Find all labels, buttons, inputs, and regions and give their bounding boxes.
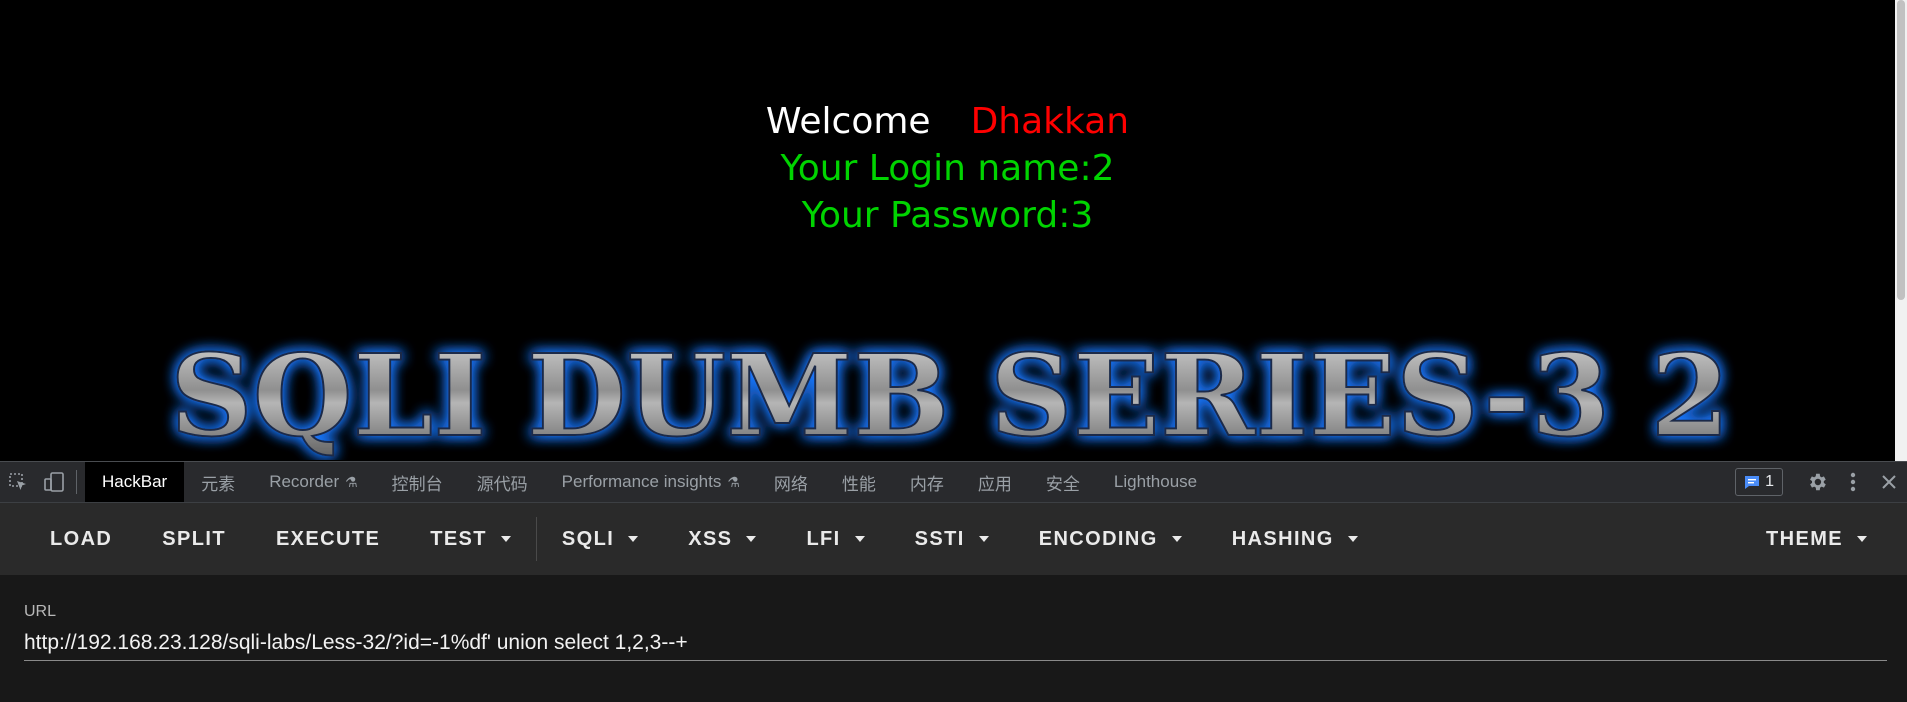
button-label: SPLIT — [162, 527, 226, 550]
caret-down-icon — [628, 536, 639, 542]
lfi-dropdown[interactable]: LFI — [781, 503, 889, 575]
hashing-dropdown[interactable]: HASHING — [1207, 503, 1383, 575]
button-label: XSS — [688, 527, 733, 550]
caret-down-icon — [1347, 536, 1358, 542]
button-label: ENCODING — [1038, 527, 1158, 550]
button-label: LOAD — [50, 527, 113, 550]
tab-label: Lighthouse — [1113, 472, 1198, 491]
tab-network[interactable]: 网络 — [757, 462, 825, 502]
caret-down-icon — [500, 536, 511, 542]
toolbar-divider — [76, 470, 77, 494]
caret-down-icon — [746, 536, 757, 542]
tab-elements[interactable]: 元素 — [184, 462, 252, 502]
user-name: Dhakkan — [970, 101, 1130, 142]
close-icon[interactable] — [1871, 462, 1907, 502]
button-label: LFI — [806, 527, 841, 550]
caret-down-icon — [1857, 536, 1867, 542]
page-viewport: Welcome Dhakkan Your Login name:2 Your Pa… — [0, 0, 1907, 461]
caret-down-icon — [978, 536, 989, 542]
button-label: THEME — [1766, 527, 1843, 550]
button-label: EXECUTE — [275, 527, 381, 550]
split-button[interactable]: SPLIT — [137, 503, 251, 575]
result-message: Welcome Dhakkan Your Login name:2 Your Pa… — [0, 98, 1895, 239]
load-button[interactable]: LOAD — [0, 503, 137, 575]
encoding-dropdown[interactable]: ENCODING — [1014, 503, 1207, 575]
tab-label: 应用 — [977, 474, 1012, 494]
tab-hackbar[interactable]: HackBar — [85, 462, 185, 502]
issues-count: 1 — [1765, 473, 1774, 490]
button-label: TEST — [430, 527, 487, 550]
tab-label: Recorder — [269, 472, 340, 491]
tab-label: 安全 — [1045, 474, 1080, 494]
button-label: SSTI — [914, 527, 965, 550]
tab-label: 控制台 — [391, 474, 443, 494]
scrollbar-thumb[interactable] — [1897, 0, 1905, 300]
theme-dropdown[interactable]: THEME — [1741, 503, 1907, 575]
url-input[interactable] — [24, 625, 1887, 661]
ssti-dropdown[interactable]: SSTI — [890, 503, 1014, 575]
banner-text: SQLI DUMB SERIES-3 2 — [170, 331, 1730, 460]
tab-label: 性能 — [841, 474, 876, 494]
tab-security[interactable]: 安全 — [1029, 462, 1097, 502]
tab-label: 源代码 — [476, 474, 528, 494]
caret-down-icon — [854, 536, 865, 542]
welcome-line: Welcome Dhakkan — [0, 98, 1895, 145]
settings-icon[interactable] — [1799, 462, 1835, 502]
tab-performance[interactable]: 性能 — [825, 462, 893, 502]
experimental-flask-icon: ⚗ — [727, 473, 740, 490]
tab-memory[interactable]: 内存 — [893, 462, 961, 502]
tab-label: 元素 — [201, 474, 236, 494]
xss-dropdown[interactable]: XSS — [663, 503, 781, 575]
page-scrollbar[interactable] — [1895, 0, 1907, 461]
tab-recorder[interactable]: Recorder ⚗ — [252, 462, 374, 502]
more-options-icon[interactable] — [1835, 462, 1871, 502]
tab-performance-insights[interactable]: Performance insights ⚗ — [545, 462, 757, 502]
tab-sources[interactable]: 源代码 — [460, 462, 545, 502]
tab-label: Performance insights — [561, 472, 722, 491]
devtools-tab-bar: HackBar 元素 Recorder ⚗ 控制台 源代码 Performance… — [0, 461, 1907, 503]
tab-label: HackBar — [102, 472, 168, 491]
login-name-line: Your Login name:2 — [780, 148, 1115, 189]
tab-application[interactable]: 应用 — [961, 462, 1029, 502]
test-dropdown[interactable]: TEST — [405, 503, 536, 575]
devtools-panel: HackBar 元素 Recorder ⚗ 控制台 源代码 Performance… — [0, 461, 1907, 702]
tab-console[interactable]: 控制台 — [375, 462, 460, 502]
message-icon — [1745, 475, 1760, 489]
hackbar-body: URL — [0, 575, 1907, 702]
inspect-element-icon[interactable] — [0, 462, 36, 502]
tab-label: 内存 — [909, 474, 944, 494]
tab-lighthouse[interactable]: Lighthouse — [1097, 462, 1214, 502]
caret-down-icon — [1171, 536, 1182, 542]
password-line: Your Password:3 — [801, 195, 1094, 236]
url-label: URL — [24, 603, 57, 620]
issues-badge[interactable]: 1 — [1735, 468, 1783, 496]
hackbar-toolbar: LOAD SPLIT EXECUTE TEST SQLI XSS LFI SST… — [0, 503, 1907, 575]
button-label: HASHING — [1231, 527, 1334, 550]
button-label: SQLI — [561, 527, 615, 550]
sqli-banner: SQLI DUMB SERIES-3 2 — [169, 330, 1731, 460]
sqli-dropdown[interactable]: SQLI — [537, 503, 663, 575]
tab-label: 网络 — [773, 474, 808, 494]
welcome-label: Welcome — [765, 101, 931, 142]
device-toolbar-icon[interactable] — [36, 462, 72, 502]
execute-button[interactable]: EXECUTE — [251, 503, 405, 575]
experimental-flask-icon: ⚗ — [345, 473, 358, 490]
devtools-actions: 1 — [1735, 462, 1907, 502]
